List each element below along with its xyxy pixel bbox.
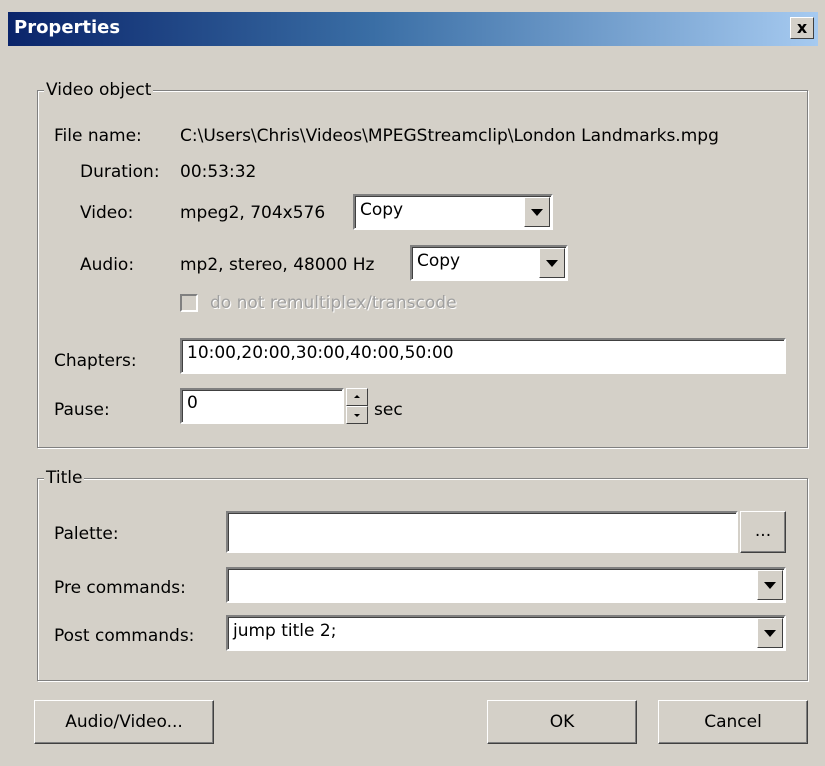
post-commands-value: jump title 2; — [233, 621, 337, 641]
video-mode-select[interactable]: Copy — [353, 194, 553, 230]
spin-up-icon[interactable] — [346, 388, 368, 406]
file-name-label: File name: — [54, 126, 142, 146]
window-title: Properties — [14, 17, 121, 38]
ellipsis-icon: ... — [754, 521, 772, 541]
audio-mode-value: Copy — [417, 251, 461, 271]
duration-value: 00:53:32 — [180, 162, 257, 182]
pre-commands-label: Pre commands: — [54, 578, 186, 598]
post-commands-label: Post commands: — [54, 626, 195, 646]
chevron-down-icon[interactable] — [524, 197, 550, 227]
pause-unit: sec — [374, 400, 403, 420]
palette-input[interactable] — [226, 511, 738, 553]
video-mode-value: Copy — [360, 200, 404, 220]
chapters-label: Chapters: — [54, 351, 137, 371]
pause-label: Pause: — [54, 400, 110, 420]
title-legend: Title — [44, 468, 85, 488]
close-icon: x — [796, 18, 808, 37]
cancel-button[interactable]: Cancel — [658, 700, 808, 744]
video-object-legend: Video object — [44, 80, 154, 100]
chevron-down-icon[interactable] — [757, 570, 783, 600]
chevron-down-icon[interactable] — [539, 248, 565, 278]
video-info: mpeg2, 704x576 — [180, 203, 326, 223]
cancel-label: Cancel — [704, 712, 762, 732]
properties-dialog: Properties x Video object File name: C:\… — [0, 0, 825, 766]
chapters-value: 10:00,20:00,30:00,40:00,50:00 — [187, 343, 454, 363]
audio-label: Audio: — [80, 255, 135, 275]
palette-browse-button[interactable]: ... — [740, 511, 786, 553]
pause-input[interactable]: 0 — [180, 388, 344, 424]
close-button[interactable]: x — [790, 17, 814, 39]
palette-label: Palette: — [54, 524, 119, 544]
file-name-value: C:\Users\Chris\Videos\MPEGStreamclip\Lon… — [180, 126, 719, 146]
post-commands-select[interactable]: jump title 2; — [226, 615, 786, 651]
ok-button[interactable]: OK — [487, 700, 637, 744]
title-bar[interactable]: Properties x — [8, 12, 818, 46]
spin-down-icon[interactable] — [346, 406, 368, 424]
video-label: Video: — [80, 203, 134, 223]
audio-mode-select[interactable]: Copy — [410, 245, 568, 281]
audio-video-label: Audio/Video... — [65, 712, 183, 732]
audio-info: mp2, stereo, 48000 Hz — [180, 255, 375, 275]
pre-commands-select[interactable] — [226, 567, 786, 603]
audio-video-button[interactable]: Audio/Video... — [34, 700, 214, 744]
chapters-input[interactable]: 10:00,20:00,30:00,40:00,50:00 — [180, 338, 786, 374]
ok-label: OK — [549, 712, 575, 732]
duration-label: Duration: — [80, 162, 160, 182]
no-remux-checkbox[interactable] — [180, 294, 198, 312]
chevron-down-icon[interactable] — [757, 618, 783, 648]
no-remux-label[interactable]: do not remultiplex/transcode — [210, 293, 457, 313]
pause-spinner[interactable] — [346, 388, 368, 424]
pause-value: 0 — [187, 393, 198, 413]
